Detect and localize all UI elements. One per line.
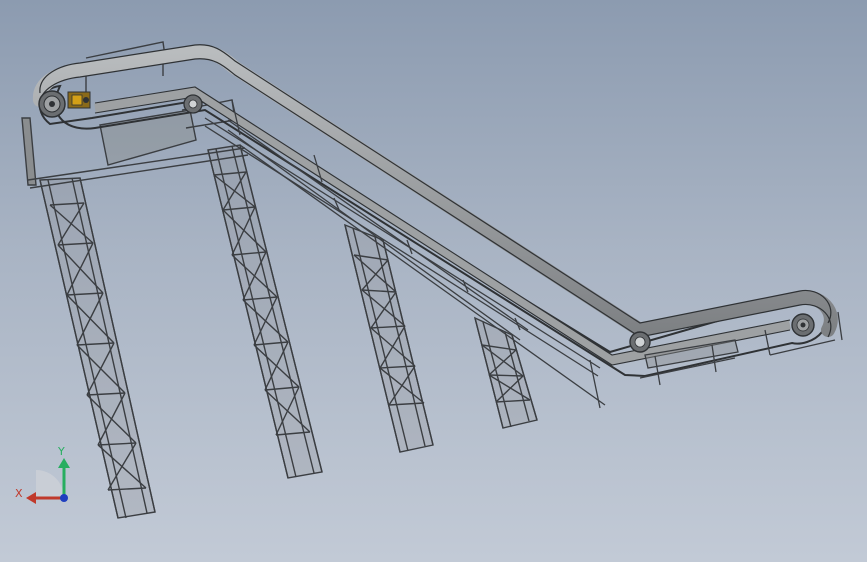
triad-z-axis [60, 494, 68, 502]
tail-pulley[interactable] [791, 313, 815, 337]
triad-y-label: Y [57, 445, 65, 458]
cad-viewport[interactable]: Y X [0, 0, 867, 562]
conveyor-belt[interactable] [33, 44, 838, 378]
triad-x-label: X [15, 487, 23, 500]
triad-xy-plane [36, 470, 64, 498]
support-leg-2[interactable] [207, 144, 323, 479]
coordinate-triad: Y X [15, 445, 70, 504]
bend-pulley[interactable] [629, 331, 651, 353]
drive-motor[interactable] [67, 91, 91, 109]
head-pulley[interactable] [38, 90, 66, 118]
support-leg-3[interactable] [344, 223, 434, 453]
support-leg-1[interactable] [39, 177, 156, 519]
snub-pulley[interactable] [183, 94, 203, 114]
